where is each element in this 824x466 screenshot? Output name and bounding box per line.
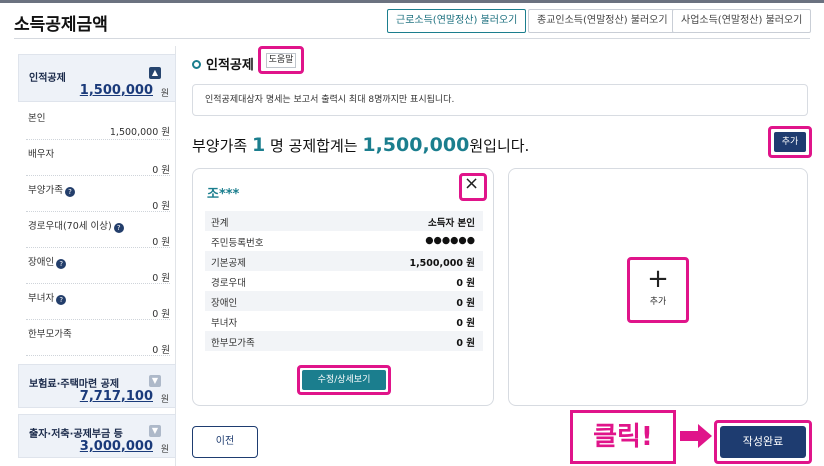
- sidebar-section-investment[interactable]: 출자·저축·공제부금 등 ▼ 3,000,000 원: [18, 414, 176, 458]
- info-icon[interactable]: ?: [113, 223, 124, 233]
- list-item-value: 0 원: [152, 201, 170, 212]
- complete-button[interactable]: 작성완료: [714, 420, 812, 464]
- dependent-count: 1: [251, 134, 266, 156]
- complete-button-label: 작성완료: [720, 426, 806, 458]
- list-item-label: 경로우대(70세 이상)?: [28, 218, 124, 233]
- table-row: 장애인 0 원: [205, 291, 483, 311]
- chevron-down-icon[interactable]: ▼: [149, 425, 161, 437]
- info-icon[interactable]: ?: [56, 295, 67, 305]
- page-title: 소득공제금액: [14, 15, 108, 35]
- add-dependent-button[interactable]: + 추가: [627, 257, 689, 323]
- sidebar-section-title: 출자·저축·공제부금 등: [29, 429, 123, 440]
- summary-text: 부양가족 1 명 공제합계는 1,500,000원입니다.: [192, 134, 530, 156]
- table-row: 부녀자 0 원: [211, 318, 475, 329]
- sidebar-section-unit: 원: [160, 445, 169, 455]
- arrow-right-icon: [680, 431, 700, 441]
- list-item-label: 장애인?: [28, 254, 67, 269]
- sidebar-section-total: 7,717,100: [79, 389, 153, 404]
- list-item[interactable]: 한부모가족 0 원: [26, 326, 170, 356]
- help-button-label: 도움말: [266, 53, 296, 68]
- previous-button[interactable]: 이전: [192, 426, 258, 458]
- notice-box: 인적공제대상자 명세는 보고서 출력시 최대 8명까지만 표시됩니다.: [192, 84, 808, 116]
- circle-bullet-icon: [192, 60, 201, 69]
- load-earned-income-button[interactable]: 근로소득(연말정산) 불러오기: [387, 9, 527, 33]
- list-item-label: 한부모가족: [28, 329, 72, 340]
- table-row: 기본공제 1,500,000 원: [205, 251, 483, 271]
- section-title: 인적공제: [192, 54, 254, 73]
- sidebar-section-personal[interactable]: 인적공제 ▲ 1,500,000 원: [18, 54, 176, 102]
- arrow-head-icon: [698, 424, 712, 448]
- add-dependent-card: + 추가: [508, 168, 808, 406]
- deduction-total: 1,500,000: [362, 134, 470, 156]
- list-item-value: 1,500,000 원: [109, 127, 170, 138]
- list-item[interactable]: 부양가족? 0 원: [26, 182, 170, 212]
- title-divider: [14, 38, 810, 39]
- list-item[interactable]: 배우자 0 원: [26, 146, 170, 176]
- list-item-label: 배우자: [28, 149, 55, 160]
- dependent-card: 조*** × 관계 소득자 본인 주민등록번호 ●●●●●● 기본공제 1,500,0…: [192, 168, 494, 406]
- click-annotation: 클릭!: [570, 410, 676, 464]
- list-item-label: 부양가족?: [28, 182, 75, 197]
- list-item-label: 부녀자?: [28, 290, 67, 305]
- list-item[interactable]: 경로우대(70세 이상)? 0 원: [26, 218, 170, 248]
- add-button-label: 추가: [774, 132, 806, 152]
- add-dependent-label: 추가: [649, 297, 667, 307]
- table-row: 주민등록번호 ●●●●●●: [211, 235, 475, 249]
- table-row: 경로우대 0 원: [211, 278, 475, 289]
- info-icon[interactable]: ?: [56, 259, 67, 269]
- list-item-label: 본인: [28, 113, 46, 124]
- help-button[interactable]: 도움말: [258, 46, 304, 74]
- list-item-value: 0 원: [152, 345, 170, 356]
- close-icon: ×: [464, 173, 480, 194]
- sidebar-section-title: 인적공제: [29, 73, 66, 84]
- sidebar-section-total: 1,500,000: [79, 83, 153, 98]
- sidebar: 인적공제 ▲ 1,500,000 원 본인 1,500,000 원 배우자 0 …: [18, 46, 176, 466]
- edit-detail-label: 수정/상세보기: [302, 370, 386, 390]
- sidebar-section-unit: 원: [160, 89, 169, 99]
- sidebar-section-insurance[interactable]: 보험료·주택마련 공제 ▼ 7,717,100 원: [18, 364, 176, 408]
- table-row: 관계 소득자 본인: [205, 211, 483, 231]
- info-icon[interactable]: ?: [64, 187, 75, 197]
- chevron-down-icon[interactable]: ▼: [149, 375, 161, 387]
- list-item-value: 0 원: [152, 165, 170, 176]
- list-item[interactable]: 본인 1,500,000 원: [26, 110, 170, 140]
- plus-icon: +: [647, 264, 669, 294]
- list-item-value: 0 원: [152, 273, 170, 284]
- dependent-name: 조***: [207, 187, 240, 202]
- sidebar-section-total: 3,000,000: [79, 439, 153, 454]
- sidebar-section-title: 보험료·주택마련 공제: [29, 379, 120, 390]
- top-border: [0, 0, 824, 3]
- add-button[interactable]: 추가: [768, 126, 812, 158]
- load-religious-income-button[interactable]: 종교인소득(연말정산) 불러오기: [528, 9, 677, 33]
- list-item-value: 0 원: [152, 309, 170, 320]
- list-item-value: 0 원: [152, 237, 170, 248]
- list-item[interactable]: 장애인? 0 원: [26, 254, 170, 284]
- table-row: 한부모가족 0 원: [205, 331, 483, 351]
- sidebar-section-unit: 원: [160, 395, 169, 405]
- list-item[interactable]: 부녀자? 0 원: [26, 290, 170, 320]
- chevron-up-icon[interactable]: ▲: [149, 67, 161, 79]
- load-business-income-button[interactable]: 사업소득(연말정산) 불러오기: [672, 9, 812, 33]
- close-button[interactable]: ×: [459, 173, 487, 201]
- edit-detail-button[interactable]: 수정/상세보기: [297, 365, 391, 395]
